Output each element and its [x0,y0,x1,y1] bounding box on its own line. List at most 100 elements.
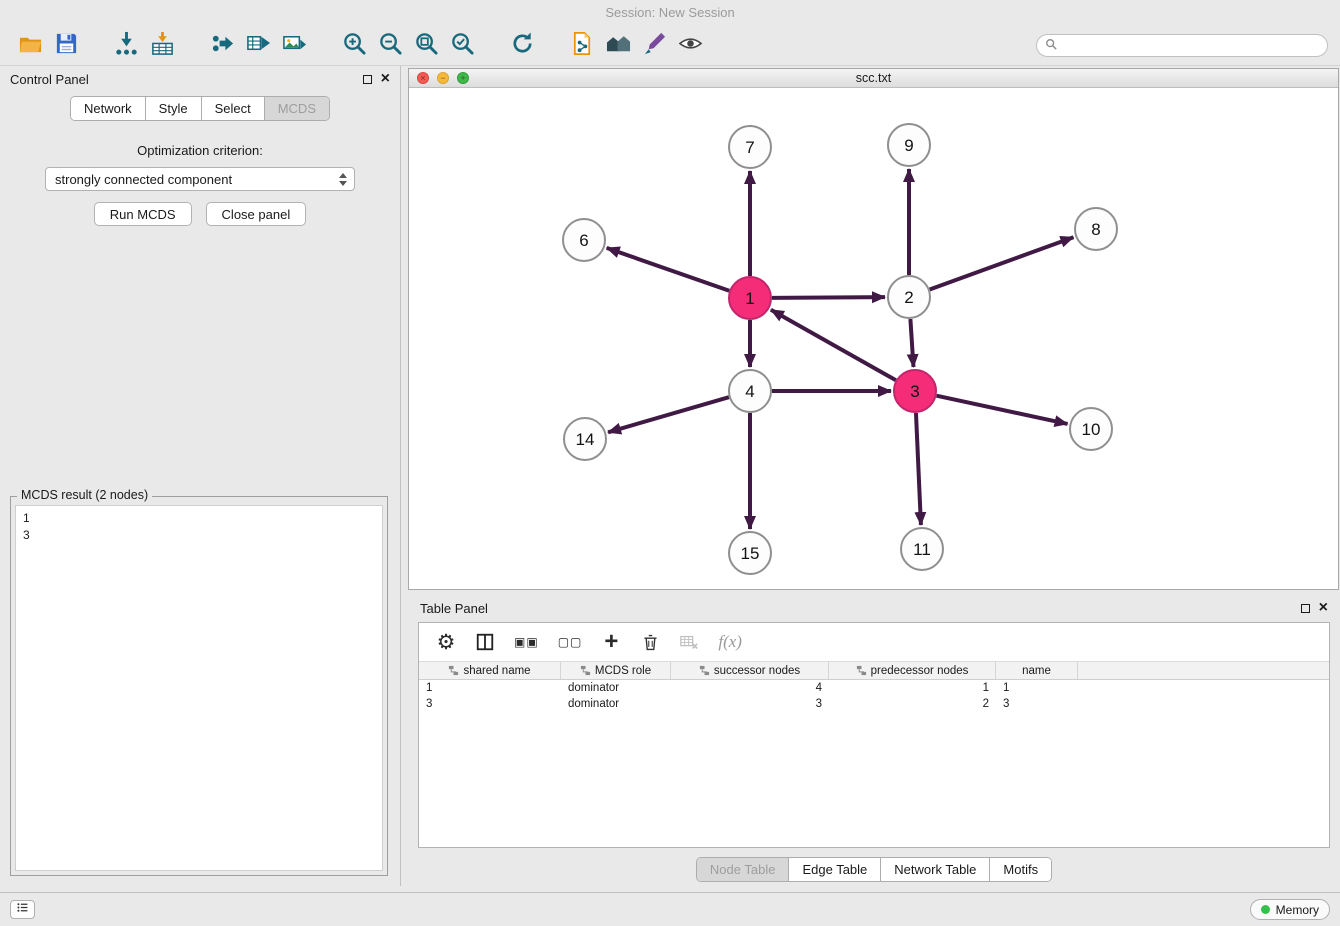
graph-edge-3-11[interactable] [916,413,921,525]
window-minimize-icon[interactable]: − [437,72,449,84]
cell-predecessor-nodes[interactable]: 2 [829,698,996,710]
cell-successor-nodes[interactable]: 4 [671,682,829,694]
column-label: MCDS role [595,665,651,677]
column-header-successor-nodes[interactable]: successor nodes [671,662,829,679]
search-input[interactable] [1062,39,1319,53]
close-table-panel-icon[interactable]: × [1319,600,1328,616]
zoom-out-button[interactable] [372,30,408,62]
zoom-fit-button[interactable] [408,30,444,62]
graph-edge-1-2[interactable] [772,297,885,298]
table-settings-gear-icon[interactable]: ⚙ [436,630,456,654]
select-all-columns-icon[interactable]: ▣▣ [514,630,539,654]
import-network-button[interactable] [108,30,144,62]
graph-node-4[interactable]: 4 [729,370,771,412]
graph-edge-3-1[interactable] [771,310,896,380]
refresh-button[interactable] [504,30,540,62]
network-view-window: × − + scc.txt 7968124314101511 [408,68,1339,590]
cell-mcds-role[interactable]: dominator [561,682,671,694]
cell-name[interactable]: 1 [996,682,1078,694]
graph-node-14[interactable]: 14 [564,418,606,460]
cell-shared-name[interactable]: 1 [419,682,561,694]
delete-row-trash-icon[interactable] [640,630,660,654]
graph-edge-3-10[interactable] [937,396,1068,424]
export-table-button[interactable] [240,30,276,62]
control-panel-title: Control Panel [10,72,89,87]
open-session-button[interactable] [12,30,48,62]
table-row[interactable]: 1 dominator 4 1 1 [419,680,1329,696]
memory-button[interactable]: Memory [1250,899,1330,920]
column-header-shared-name[interactable]: shared name [419,662,561,679]
function-builder-icon[interactable]: f(x) [718,630,742,654]
graph-node-15[interactable]: 15 [729,532,771,574]
mcds-result-textarea[interactable]: 1 3 [15,505,383,871]
export-image-button[interactable] [276,30,312,62]
table-panel-title: Table Panel [420,601,488,616]
zoom-selected-button[interactable] [444,30,480,62]
graph-node-3[interactable]: 3 [894,370,936,412]
apply-style-button[interactable] [636,30,672,62]
zoom-in-icon [342,31,367,61]
export-network-button[interactable] [204,30,240,62]
graph-edge-2-8[interactable] [930,237,1074,289]
apply-style-icon [642,31,667,61]
cell-shared-name[interactable]: 3 [419,698,561,710]
window-zoom-icon[interactable]: + [457,72,469,84]
graph-node-2[interactable]: 2 [888,276,930,318]
graph-edge-2-3[interactable] [910,319,913,367]
tab-select[interactable]: Select [201,97,264,120]
run-mcds-button[interactable]: Run MCDS [94,202,192,226]
zoom-in-button[interactable] [336,30,372,62]
tab-edge-table[interactable]: Edge Table [788,858,880,881]
criterion-dropdown[interactable]: strongly connected component [45,167,355,191]
zoom-fit-icon [414,31,439,61]
graph-node-9[interactable]: 9 [888,124,930,166]
cell-predecessor-nodes[interactable]: 1 [829,682,996,694]
graph-node-8[interactable]: 8 [1075,208,1117,250]
float-panel-icon[interactable] [363,75,372,84]
float-table-panel-icon[interactable] [1301,604,1310,613]
tab-style[interactable]: Style [145,97,201,120]
graph-node-11[interactable]: 11 [901,528,943,570]
tab-network[interactable]: Network [71,97,145,120]
import-table-icon [150,31,175,61]
cell-successor-nodes[interactable]: 3 [671,698,829,710]
save-session-icon [54,31,79,61]
network-graph[interactable]: 7 9 6 8 1 2 4 3 14 10 15 11 [409,88,1338,589]
column-header-predecessor-nodes[interactable]: predecessor nodes [829,662,996,679]
memory-status-dot-icon [1261,905,1270,914]
clone-network-button[interactable] [564,30,600,62]
tab-network-table[interactable]: Network Table [880,858,989,881]
graph-node-7[interactable]: 7 [729,126,771,168]
column-header-name[interactable]: name [996,662,1078,679]
tab-node-table[interactable]: Node Table [697,858,789,881]
table-row[interactable]: 3 dominator 3 2 3 [419,696,1329,712]
window-close-icon[interactable]: × [417,72,429,84]
cell-mcds-role[interactable]: dominator [561,698,671,710]
deselect-all-columns-icon[interactable]: ▢▢ [558,630,583,654]
graph-edge-1-6[interactable] [607,248,730,291]
cell-name[interactable]: 3 [996,698,1078,710]
show-columns-icon[interactable] [475,630,495,654]
search-field[interactable] [1036,34,1328,57]
tab-motifs[interactable]: Motifs [989,858,1051,881]
graph-node-10[interactable]: 10 [1070,408,1112,450]
column-header-mcds-role[interactable]: MCDS role [561,662,671,679]
close-panel-icon[interactable]: × [381,71,390,87]
graph-node-6[interactable]: 6 [563,219,605,261]
graph-node-label: 2 [904,288,913,307]
list-icon [16,901,29,919]
close-panel-button[interactable]: Close panel [206,202,307,226]
mcds-result-groupbox: MCDS result (2 nodes) 1 3 [10,496,388,876]
add-row-icon[interactable]: + [601,630,621,654]
graph-edge-4-14[interactable] [608,397,729,432]
memory-label: Memory [1276,903,1319,917]
network-canvas[interactable]: 7 9 6 8 1 2 4 3 14 10 15 11 [409,88,1338,589]
overview-button[interactable] [600,30,636,62]
column-label: successor nodes [714,665,800,677]
show-panel-list-button[interactable] [10,900,35,919]
tab-mcds[interactable]: MCDS [264,97,329,120]
show-graphics-details-button[interactable] [672,30,708,62]
import-table-button[interactable] [144,30,180,62]
save-session-button[interactable] [48,30,84,62]
graph-node-1[interactable]: 1 [729,277,771,319]
